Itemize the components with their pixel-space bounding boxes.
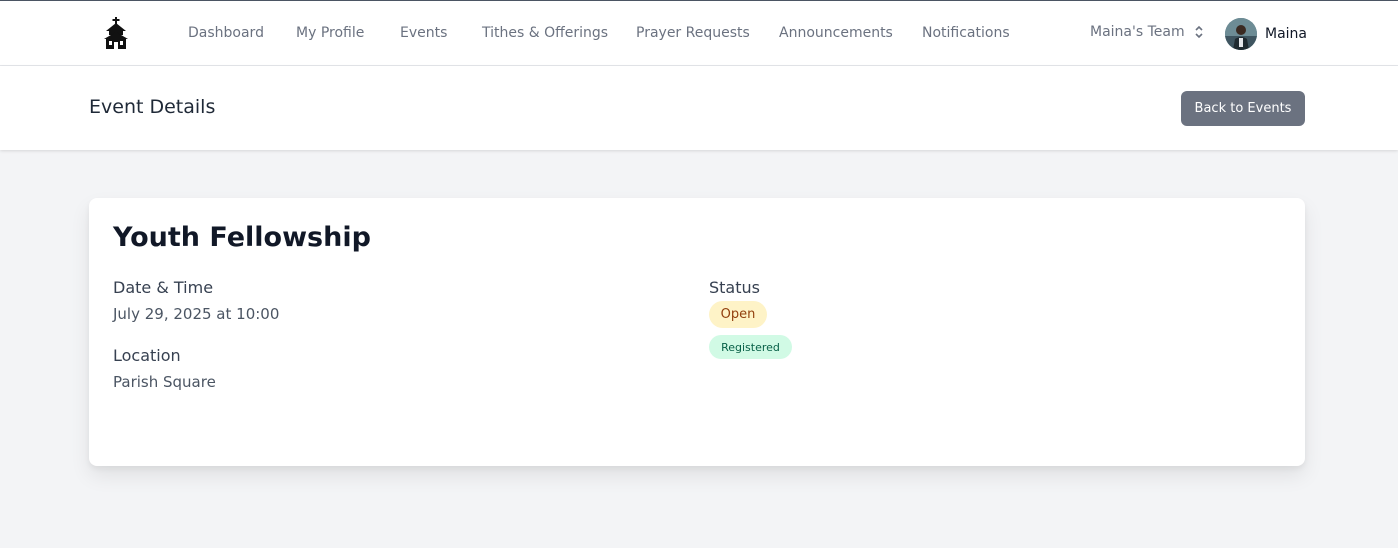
team-name: Maina's Team <box>1090 24 1185 40</box>
event-title: Youth Fellowship <box>113 222 371 253</box>
nav-notifications[interactable]: Notifications <box>922 25 1010 41</box>
back-to-events-button[interactable]: Back to Events <box>1181 91 1305 126</box>
nav-announcements[interactable]: Announcements <box>779 25 893 41</box>
nav-prayer-requests[interactable]: Prayer Requests <box>636 25 750 41</box>
date-time-label: Date & Time <box>113 278 214 297</box>
page-header: Event Details Back to Events <box>0 66 1398 150</box>
status-badge: Open <box>709 301 767 328</box>
nav-events[interactable]: Events <box>400 25 447 41</box>
team-switcher[interactable]: Maina's Team <box>1090 24 1205 40</box>
status-label: Status <box>709 278 760 297</box>
church-icon[interactable] <box>103 17 129 49</box>
page-title: Event Details <box>89 96 216 118</box>
user-name: Maina <box>1265 26 1307 42</box>
nav-my-profile[interactable]: My Profile <box>296 25 364 41</box>
registration-badge: Registered <box>709 335 792 359</box>
location-label: Location <box>113 346 181 365</box>
avatar[interactable] <box>1225 18 1257 50</box>
chevron-up-down-icon <box>1195 25 1203 39</box>
location-value: Parish Square <box>113 373 216 391</box>
nav-tithes-offerings[interactable]: Tithes & Offerings <box>482 25 608 41</box>
user-menu[interactable]: Maina <box>1225 18 1307 50</box>
nav-dashboard[interactable]: Dashboard <box>188 25 264 41</box>
top-navigation: Dashboard My Profile Events Tithes & Off… <box>0 0 1398 66</box>
event-details-card: Youth Fellowship Date & Time July 29, 20… <box>89 198 1305 466</box>
date-time-value: July 29, 2025 at 10:00 <box>113 305 280 323</box>
